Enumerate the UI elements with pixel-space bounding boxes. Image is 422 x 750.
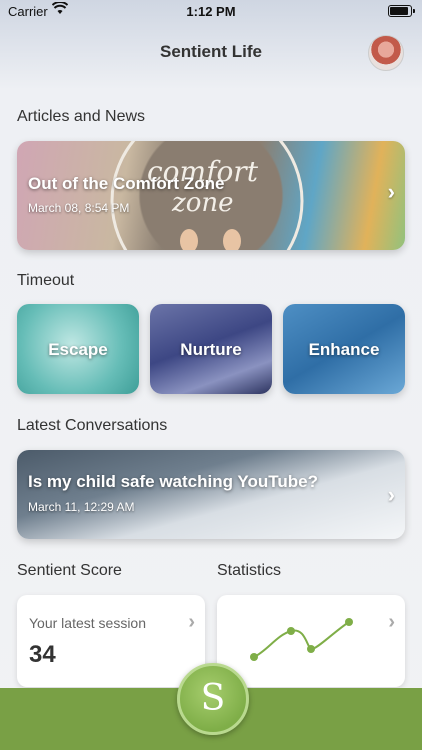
article-date: March 08, 8:54 PM [28, 201, 130, 215]
battery-icon [388, 5, 415, 17]
section-timeout-title: Timeout [17, 272, 75, 289]
timeout-enhance-label: Enhance [308, 340, 380, 359]
conversation-card[interactable]: Is my child safe watching YouTube? March… [17, 450, 405, 539]
conversation-title: Is my child safe watching YouTube? [28, 472, 318, 491]
timeout-enhance-card[interactable]: Enhance [283, 304, 405, 394]
chevron-right-icon: › [388, 611, 395, 633]
section-statistics-title: Statistics [217, 562, 282, 579]
chevron-right-icon: › [387, 179, 395, 204]
section-score-title: Sentient Score [17, 562, 122, 579]
statistics-sparkline [250, 618, 353, 661]
sentient-home-button[interactable]: S [177, 663, 249, 735]
status-bar: Carrier 1:12 PM [0, 0, 422, 22]
score-label: Your latest session [29, 615, 146, 631]
article-title: Out of the Comfort Zone [28, 174, 225, 193]
conversation-date: March 11, 12:29 AM [28, 500, 135, 514]
profile-avatar[interactable] [368, 35, 404, 71]
statistics-card[interactable]: › [217, 595, 405, 687]
timeout-nurture-card[interactable]: Nurture [150, 304, 272, 394]
score-card[interactable]: Your latest session 34 › [17, 595, 205, 687]
comfort-zone-image: comfort zone [110, 141, 304, 250]
score-value: 34 [29, 641, 56, 668]
section-articles-title: Articles and News [17, 108, 146, 125]
timeout-nurture-label: Nurture [180, 340, 242, 359]
article-card[interactable]: comfort zone Out of the Comfort Zone Mar… [17, 141, 405, 250]
clock: 1:12 PM [186, 4, 236, 19]
timeout-escape-label: Escape [48, 340, 108, 359]
chevron-right-icon: › [188, 611, 195, 633]
section-conversations-title: Latest Conversations [17, 417, 168, 434]
page-title: Sentient Life [159, 42, 262, 61]
chevron-right-icon: › [387, 482, 395, 507]
timeout-escape-card[interactable]: Escape [17, 304, 139, 394]
